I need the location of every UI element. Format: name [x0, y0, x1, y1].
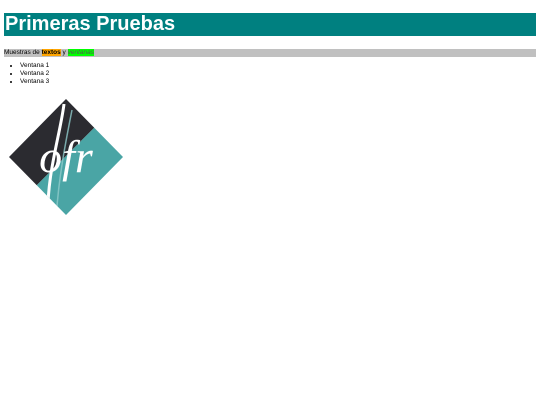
page-title: Primeras Pruebas	[5, 13, 176, 35]
highlight-ventanas: ventanas	[67, 49, 94, 56]
page: Primeras Pruebas Muestras de textos y ve…	[0, 0, 540, 405]
subtitle-prefix: Muestras de	[4, 49, 42, 56]
logo-text: ofr	[39, 131, 94, 182]
subtitle-middle: y	[60, 49, 68, 56]
list-item: Ventana 1	[20, 62, 536, 70]
window-list: Ventana 1 Ventana 2 Ventana 3	[4, 62, 536, 86]
logo: ofr	[6, 96, 126, 218]
list-item: Ventana 3	[20, 78, 536, 86]
header-bar: Primeras Pruebas	[4, 13, 536, 36]
highlight-textos: textos	[41, 49, 61, 56]
list-item: Ventana 2	[20, 70, 536, 78]
subtitle-bar: Muestras de textos y ventanas	[4, 49, 536, 57]
ofr-logo-icon: ofr	[9, 99, 123, 215]
